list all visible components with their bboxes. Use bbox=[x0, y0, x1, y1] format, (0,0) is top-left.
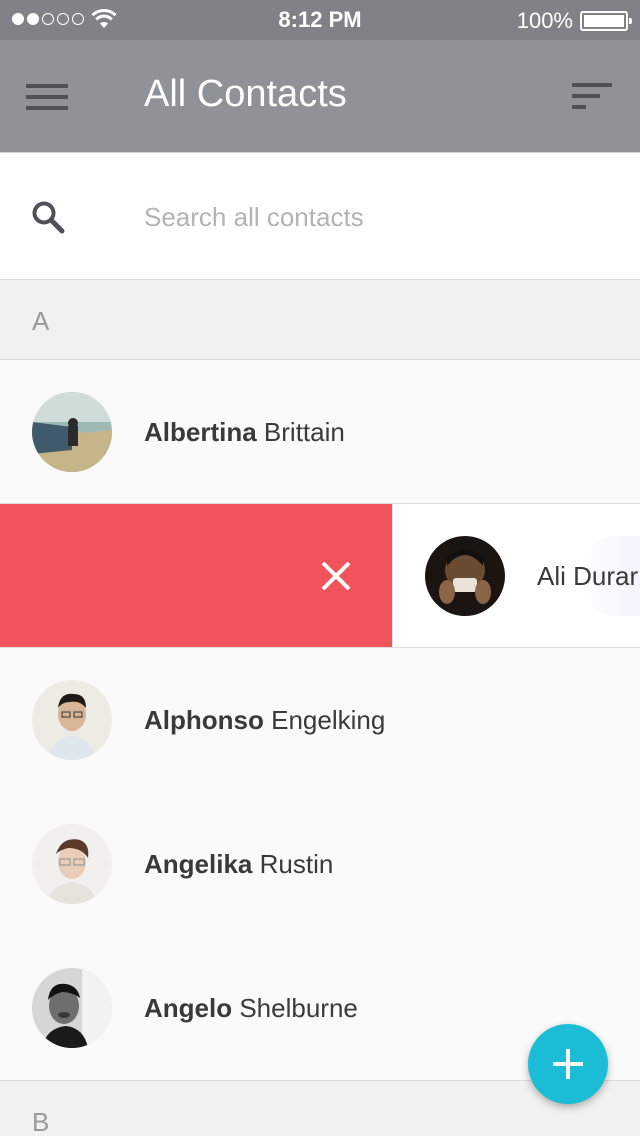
contact-last-name: Shelburne bbox=[239, 993, 358, 1023]
battery-icon bbox=[580, 11, 632, 31]
contact-name: Albertina Brittain bbox=[144, 417, 345, 448]
page-title: All Contacts bbox=[144, 73, 347, 115]
search-bar bbox=[0, 153, 640, 280]
contact-row-angelika-rustin[interactable]: Angelika Rustin bbox=[0, 792, 640, 936]
contact-name: Angelo Shelburne bbox=[144, 993, 358, 1024]
contact-name: Ali Durar bbox=[537, 561, 638, 592]
search-input[interactable] bbox=[144, 193, 604, 241]
contact-last-name: Rustin bbox=[259, 849, 334, 879]
sort-icon[interactable] bbox=[572, 83, 612, 109]
contact-row-ali-durar[interactable]: Ali Durar bbox=[392, 504, 640, 647]
section-letter: B bbox=[32, 1107, 50, 1136]
battery-percentage: 100% bbox=[516, 8, 573, 33]
swiped-contact-row: Ali Durar bbox=[0, 504, 640, 648]
section-header-a: A bbox=[0, 280, 640, 360]
contact-first-name: Albertina bbox=[144, 417, 257, 447]
contact-first-name: Alphonso bbox=[144, 705, 264, 735]
contact-row-albertina-brittain[interactable]: Albertina Brittain bbox=[0, 360, 640, 504]
contact-first-name: Angelika bbox=[144, 849, 253, 879]
search-icon bbox=[32, 201, 65, 234]
delete-action-button[interactable] bbox=[0, 504, 392, 647]
section-letter: A bbox=[32, 306, 50, 336]
add-contact-button[interactable] bbox=[528, 1024, 608, 1104]
close-icon bbox=[321, 561, 351, 591]
contact-row-alphonso-engelking[interactable]: Alphonso Engelking bbox=[0, 648, 640, 792]
avatar bbox=[32, 392, 112, 472]
avatar bbox=[32, 680, 112, 760]
contact-last-name: Engelking bbox=[271, 705, 386, 735]
contact-first-name: Ali bbox=[537, 561, 566, 591]
avatar bbox=[425, 536, 505, 616]
status-bar: 8:12 PM 100% bbox=[0, 0, 640, 40]
contact-first-name: Angelo bbox=[144, 993, 233, 1023]
contact-name: Angelika Rustin bbox=[144, 849, 333, 880]
avatar bbox=[32, 824, 112, 904]
nav-bar: All Contacts bbox=[0, 40, 640, 153]
contact-name: Alphonso Engelking bbox=[144, 705, 385, 736]
contact-last-name: Durar bbox=[573, 561, 639, 591]
avatar bbox=[32, 968, 112, 1048]
contact-last-name: Brittain bbox=[263, 417, 345, 447]
menu-icon[interactable] bbox=[26, 84, 68, 112]
